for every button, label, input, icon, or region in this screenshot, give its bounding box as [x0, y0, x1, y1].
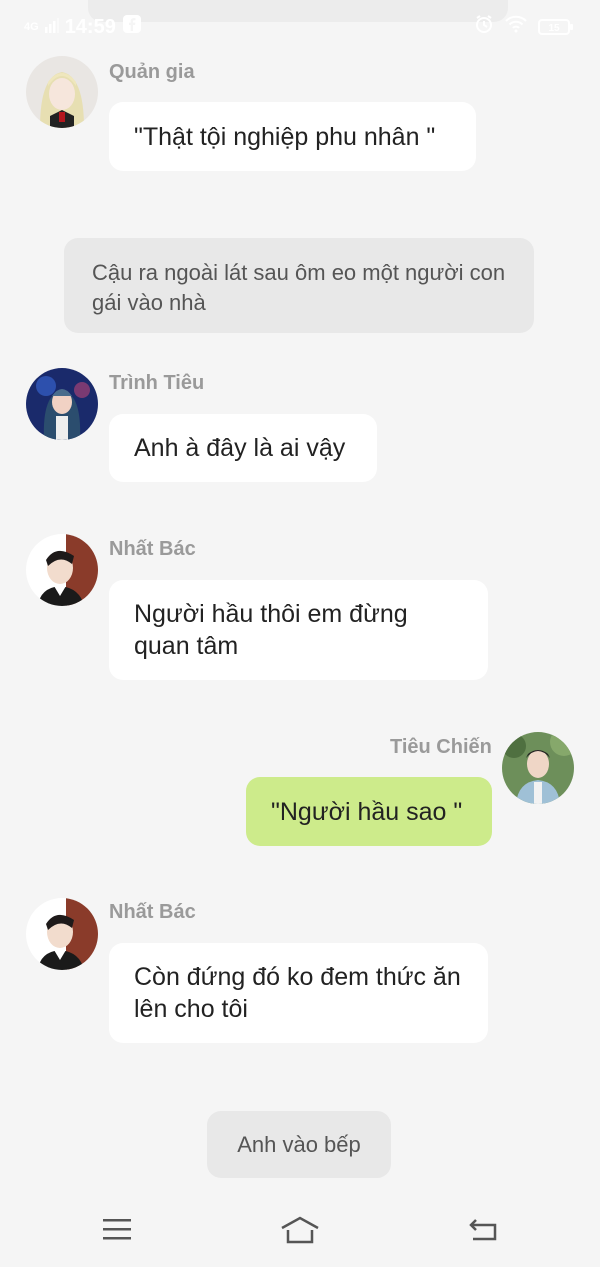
avatar-tieu-chien[interactable] [502, 732, 574, 804]
sender-name: Tiêu Chiến [390, 736, 492, 758]
message-bubble[interactable]: Còn đứng đó ko đem thức ăn lên cho tôi [109, 943, 488, 1043]
avatar-nhat-bac[interactable] [26, 898, 98, 970]
wifi-icon [504, 15, 528, 38]
signal-icon [44, 16, 59, 39]
battery-icon: 15 [538, 18, 574, 36]
avatar-nhat-bac[interactable] [26, 534, 98, 606]
battery-level: 15 [548, 23, 560, 34]
message-bubble-self[interactable]: "Người hầu sao " [246, 777, 492, 846]
network-type: 4G [24, 21, 39, 33]
status-left: 4G 14:59 [24, 14, 142, 40]
sender-name: Quản gia [109, 61, 195, 83]
navigation-bar [0, 1198, 600, 1267]
avatar-trinh-tieu[interactable] [26, 368, 98, 440]
status-bar: 4G 14:59 15 [0, 0, 600, 52]
sender-name: Nhất Bác [109, 901, 196, 923]
avatar-quan-gia[interactable] [26, 56, 98, 128]
narration-box: Cậu ra ngoài lát sau ôm eo một người con… [64, 238, 534, 333]
message-bubble[interactable]: Anh à đây là ai vậy [109, 414, 377, 482]
back-icon[interactable] [468, 1216, 498, 1247]
menu-icon[interactable] [102, 1216, 132, 1247]
home-icon[interactable] [280, 1216, 320, 1251]
sender-name: Nhất Bác [109, 538, 196, 560]
facebook-icon [122, 14, 142, 40]
sender-name: Trình Tiêu [109, 372, 205, 394]
message-bubble[interactable]: Người hầu thôi em đừng quan tâm [109, 580, 488, 680]
alarm-icon [474, 14, 494, 39]
action-box: Anh vào bếp [207, 1111, 391, 1178]
clock: 14:59 [64, 15, 116, 38]
message-bubble[interactable]: "Thật tội nghiệp phu nhân " [109, 102, 476, 171]
status-right: 15 [474, 14, 574, 39]
